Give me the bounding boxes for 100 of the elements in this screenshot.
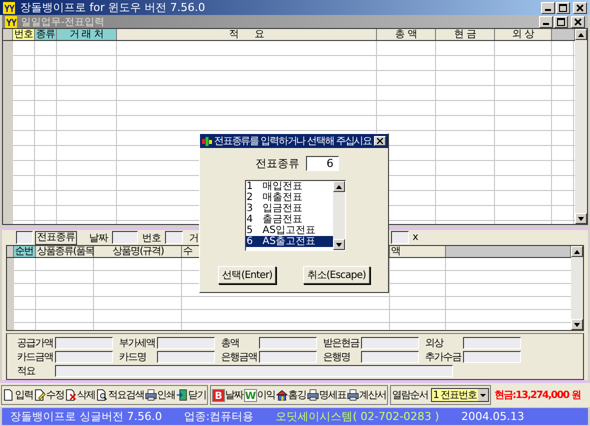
close-button[interactable]	[573, 2, 587, 14]
field-label: 날짜	[89, 232, 108, 245]
list-item[interactable]: 4 출금전표	[246, 214, 332, 225]
printer-icon	[145, 389, 157, 401]
field-label: 공급가액	[17, 336, 54, 350]
letter-icon: W	[244, 388, 257, 402]
field-label: 은행명	[323, 350, 351, 364]
input-field[interactable]	[390, 231, 408, 244]
input-field[interactable]	[165, 231, 183, 244]
app-logo-icon	[3, 2, 15, 14]
close-button[interactable]	[374, 136, 386, 146]
document-delete-icon	[65, 389, 77, 401]
field-label: 적요	[17, 364, 36, 378]
input-field[interactable]	[112, 231, 138, 244]
toolbar-button[interactable]: W이익	[244, 388, 275, 402]
column-header: 거 래 처	[57, 29, 117, 40]
toolbar-button[interactable]: 인쇄	[145, 388, 175, 402]
scroll-up-icon	[336, 184, 342, 188]
input-field[interactable]	[55, 350, 113, 362]
document-search-icon	[96, 389, 108, 401]
sort-dropdown[interactable]: 1 전표번호	[431, 388, 489, 402]
toolbar-button[interactable]: 적요검색	[96, 388, 144, 402]
maximize-icon	[557, 18, 565, 26]
dropdown-caret-icon	[478, 389, 488, 401]
toolbar-button[interactable]: 계산서	[347, 388, 386, 402]
child-window-title: 일일업무-전표입력	[21, 16, 106, 28]
toolbar-button[interactable]: 입력	[3, 388, 33, 402]
dialog-button[interactable]: 취소(Escape)	[303, 266, 370, 284]
cash-total: 현금:13,274,000 원	[494, 389, 580, 402]
close-icon	[574, 18, 582, 26]
input-field[interactable]	[361, 350, 419, 362]
list-item[interactable]: 6 AS출고전표	[246, 236, 332, 247]
toolbar-button[interactable]: 명세표	[307, 388, 346, 402]
field-label: 부가세액	[119, 336, 156, 350]
field-label: x	[412, 232, 418, 244]
close-button[interactable]	[571, 16, 585, 28]
scrollbar[interactable]	[571, 246, 583, 330]
maximize-icon	[559, 4, 567, 12]
dialog-button[interactable]: 선택(Enter)	[218, 266, 276, 284]
field-label: 전표종류	[256, 156, 300, 171]
list-item[interactable]: 5 AS입고전표	[246, 225, 332, 236]
scroll-up-icon	[578, 32, 584, 36]
toolbar-button[interactable]: 닫기	[176, 388, 206, 402]
dialog-title: 전표종류를 입력하거나 선택해 주십시요	[214, 135, 372, 148]
toolbar-button[interactable]: B 날짜	[212, 388, 243, 402]
input-field[interactable]	[55, 364, 453, 376]
column-header: 상품명(규격)	[94, 246, 182, 258]
input-field[interactable]	[157, 350, 215, 362]
minimize-button[interactable]	[541, 2, 555, 14]
maximize-button[interactable]	[556, 2, 570, 14]
field-label: 총액	[221, 336, 240, 350]
printer-icon	[347, 389, 359, 401]
scrollbar[interactable]	[332, 181, 344, 250]
input-field[interactable]	[463, 336, 521, 348]
column-header: 현 금	[436, 29, 495, 40]
voucher-type-list[interactable]: 1 매입전표 2 매출전표 3 입금전표 4 출금전표 5 AS입고전표 6 AS출고전표	[244, 180, 346, 251]
input-field[interactable]	[463, 350, 521, 362]
status-text: 오딧세이시스템( 02-702-0283 )	[276, 409, 440, 424]
toolbar-button[interactable]: 수정	[34, 388, 64, 402]
document-edit-icon	[34, 389, 46, 401]
scrollbar[interactable]	[575, 29, 587, 224]
input-field[interactable]: 6	[306, 156, 338, 171]
status-text: 2004.05.13	[461, 410, 524, 423]
close-icon	[576, 4, 584, 12]
field-label: 은행금액	[221, 350, 258, 364]
column-header: 종류	[35, 29, 57, 40]
list-item[interactable]: 2 매출전표	[246, 192, 332, 203]
house-icon	[276, 389, 288, 401]
minimize-icon	[545, 9, 551, 11]
header-filler	[552, 29, 575, 40]
input-field[interactable]	[361, 336, 419, 348]
toolbar-button[interactable]: 삭제	[65, 388, 95, 402]
printer-icon	[307, 389, 319, 401]
field-label: 카드명	[119, 350, 147, 364]
minimize-icon	[543, 23, 549, 25]
field-label: 번호	[142, 232, 161, 245]
field-label: 외상	[425, 336, 444, 350]
list-item[interactable]: 1 매입전표	[246, 181, 332, 192]
input-field[interactable]	[55, 336, 113, 348]
field-label: 열람순서	[392, 389, 428, 402]
scroll-up-icon	[574, 250, 580, 254]
list-item[interactable]: 3 입금전표	[246, 203, 332, 214]
column-header: 번호	[13, 29, 35, 40]
column-header: 총 액	[377, 29, 436, 40]
column-header: 외 상	[495, 29, 552, 40]
column-header: 순번	[14, 246, 36, 258]
document-icon	[3, 389, 15, 401]
column-header: 액	[390, 246, 446, 258]
input-field[interactable]	[259, 350, 317, 362]
window-title: 장돌뱅이프로 for 윈도우 버전 7.56.0	[20, 0, 206, 15]
toolbar-button[interactable]: 홈깅	[276, 388, 306, 402]
input-field[interactable]	[16, 231, 33, 244]
door-icon	[176, 389, 188, 401]
input-field[interactable]	[157, 336, 215, 348]
input-field[interactable]	[259, 336, 317, 348]
status-text: 업종:컴퓨터용	[184, 409, 254, 424]
field-label: 거	[189, 232, 198, 245]
maximize-button[interactable]	[554, 16, 568, 28]
field-label: 전표종류	[35, 230, 77, 245]
minimize-button[interactable]	[539, 16, 553, 28]
